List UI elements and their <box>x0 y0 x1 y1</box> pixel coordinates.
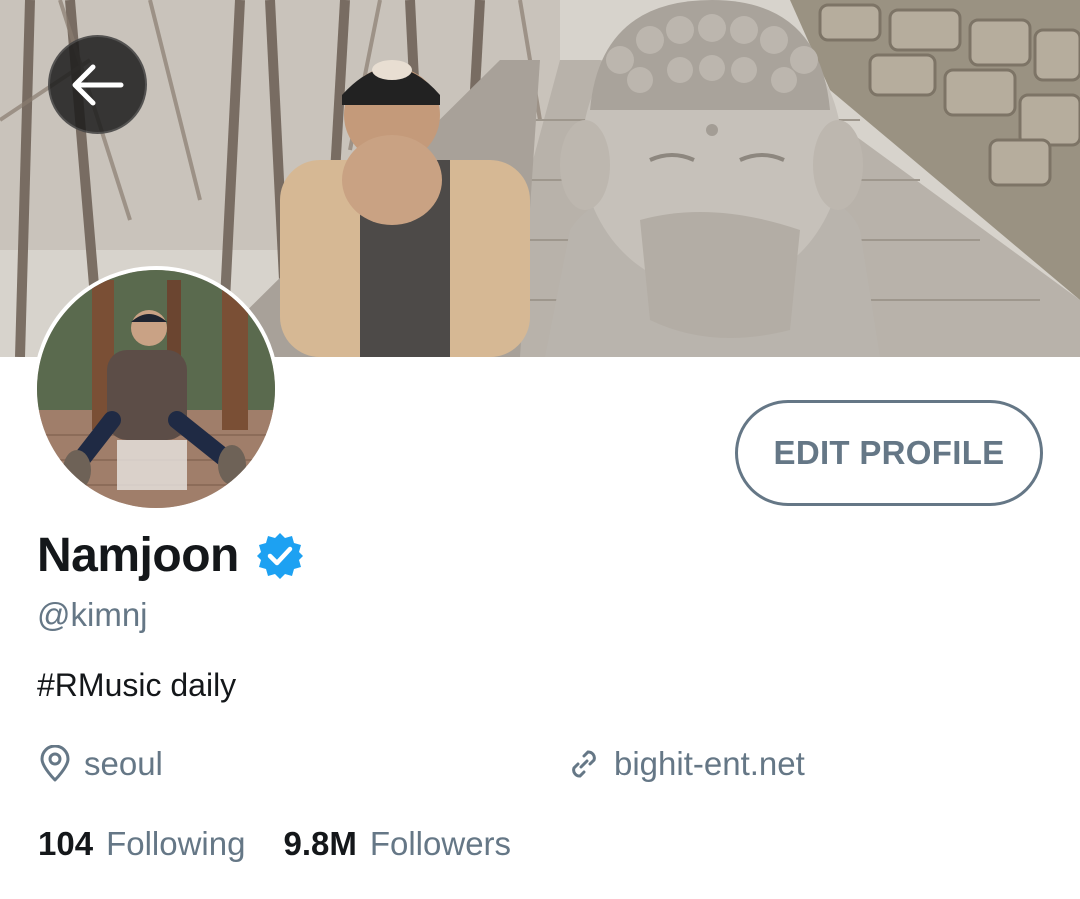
verified-badge-icon <box>256 532 303 579</box>
edit-profile-button[interactable]: EDIT PROFILE <box>735 400 1043 506</box>
map-pin-icon <box>40 745 70 782</box>
profile-website-link[interactable]: bighit-ent.net <box>566 745 805 783</box>
username-handle: @kimnj <box>37 596 148 633</box>
arrow-left-icon <box>72 64 123 105</box>
website-text[interactable]: bighit-ent.net <box>614 745 805 783</box>
followers-stat[interactable]: 9.8M Followers <box>283 825 511 863</box>
link-icon <box>572 750 596 778</box>
profile-bio: #RMusic daily <box>37 667 237 703</box>
following-count: 104 <box>38 825 94 862</box>
following-stat[interactable]: 104 Following <box>38 825 245 863</box>
avatar[interactable] <box>33 266 279 512</box>
display-name: Namjoon <box>37 529 239 582</box>
profile-location: seoul <box>38 745 163 783</box>
followers-label: Followers <box>369 825 512 862</box>
profile-name-row: Namjoon <box>37 528 305 583</box>
back-button[interactable] <box>48 35 147 134</box>
location-text: seoul <box>84 745 163 782</box>
following-label: Following <box>106 825 246 862</box>
avatar-photo <box>37 270 275 508</box>
profile-stats: 104 Following 9.8M Followers <box>38 825 511 863</box>
followers-count: 9.8M <box>283 825 357 862</box>
